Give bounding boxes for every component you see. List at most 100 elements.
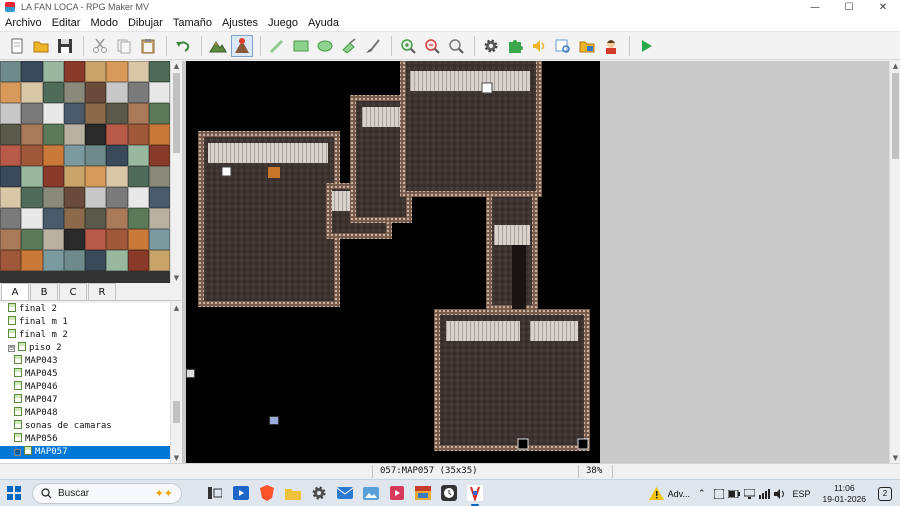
database-button[interactable] [480,35,502,57]
tileset-tile[interactable] [85,229,107,250]
tileset-tile[interactable] [148,166,170,187]
scroll-up-arrow-icon[interactable]: ▲ [890,61,900,71]
clock-app[interactable] [436,480,462,506]
tileset-tile[interactable] [85,187,107,208]
tileset-tile[interactable] [106,82,128,103]
settings-app[interactable] [306,480,332,506]
minimize-button[interactable]: — [798,0,832,14]
tileset-tile[interactable] [106,103,128,124]
map-editor-area[interactable] [182,61,889,463]
tileset-tile[interactable] [106,187,128,208]
tileset-tile[interactable] [21,145,43,166]
tileset-tile[interactable] [106,208,128,229]
tileset-tile[interactable] [127,61,149,82]
plugin-manager-button[interactable] [504,35,526,57]
cut-button[interactable] [89,35,111,57]
map-tree-item[interactable]: final 2 [0,303,170,316]
alert-item[interactable]: Adv... [645,487,694,500]
tileset-tile[interactable] [42,145,64,166]
tileset-tile[interactable] [21,166,43,187]
tileset-tile[interactable] [42,208,64,229]
tileset-tile[interactable] [63,61,85,82]
map-tree-item[interactable]: MAP043 [0,355,170,368]
rectangle-tool-button[interactable] [290,35,312,57]
menu-archivo[interactable]: Archivo [0,17,47,29]
tileset-tile[interactable] [63,166,85,187]
scroll-down-arrow-icon[interactable]: ▼ [171,273,182,283]
sound-test-button[interactable] [528,35,550,57]
zoom-in-button[interactable] [397,35,419,57]
ellipse-tool-button[interactable] [314,35,336,57]
tileset-tile[interactable] [106,250,128,271]
tileset-scrollbar[interactable]: ▲ ▼ [170,61,181,283]
zoom-out-button[interactable] [421,35,443,57]
map-canvas[interactable] [186,61,600,463]
tileset-tile[interactable] [63,124,85,145]
resource-manager-button[interactable] [576,35,598,57]
tileset-tile[interactable] [127,124,149,145]
map-tree-item[interactable]: final m 1 [0,316,170,329]
tileset-tile[interactable] [42,229,64,250]
tileset-tile[interactable] [127,103,149,124]
tileset-tile[interactable] [148,124,170,145]
tileset-tile[interactable] [0,103,22,124]
menu-juego[interactable]: Juego [263,17,303,29]
mail-app[interactable] [332,480,358,506]
tileset-tile[interactable] [85,250,107,271]
tileset-tile[interactable] [63,145,85,166]
map-tree-item[interactable]: ⊟ MAP057 [0,446,170,459]
event-marker[interactable] [221,166,232,177]
pencil-tool-button[interactable] [266,35,288,57]
tileset-tile[interactable] [0,229,22,250]
map-tree-item[interactable]: MAP056 [0,433,170,446]
tileset-tile[interactable] [0,250,22,271]
tileset-tile[interactable] [63,208,85,229]
tileset-tile[interactable] [127,166,149,187]
map-tree-item[interactable]: sonas de camaras [0,420,170,433]
tileset-tile[interactable] [148,145,170,166]
undo-button[interactable] [172,35,194,57]
tileset-tile[interactable] [42,250,64,271]
map-tree-item[interactable]: MAP048 [0,407,170,420]
tab-c[interactable]: C [59,283,87,300]
paste-button[interactable] [137,35,159,57]
menu-ajustes[interactable]: Ajustes [217,17,263,29]
tray-icon-group[interactable] [710,488,789,499]
tileset-tile[interactable] [148,187,170,208]
playtest-button[interactable] [635,35,657,57]
tab-b[interactable]: B [30,283,58,300]
map-mode-button[interactable] [207,35,229,57]
tileset-tile[interactable] [0,61,22,82]
event-mode-button[interactable] [231,34,253,57]
tileset-tile[interactable] [148,208,170,229]
event-marker-outside[interactable] [186,369,195,378]
event-marker-outside[interactable] [269,416,279,425]
tileset-tile[interactable] [85,82,107,103]
tileset-tile[interactable] [85,61,107,82]
tree-expander-icon[interactable]: ⊟ [8,345,15,352]
tileset-tile[interactable] [63,229,85,250]
menu-tamano[interactable]: Tamaño [168,17,217,29]
brave-browser-app[interactable] [254,480,280,506]
tileset-tile[interactable] [21,61,43,82]
tree-expander-icon[interactable]: ⊟ [14,449,21,456]
map-tree-item[interactable]: MAP046 [0,381,170,394]
event-marker[interactable] [517,438,529,450]
scroll-down-arrow-icon[interactable]: ▼ [890,453,900,463]
tileset-tile[interactable] [63,187,85,208]
start-button[interactable] [0,480,28,506]
media-app[interactable] [384,480,410,506]
tileset-tile[interactable] [127,250,149,271]
tileset-tile[interactable] [63,250,85,271]
media-player-app[interactable] [228,480,254,506]
tileset-tile[interactable] [127,82,149,103]
tileset-tile[interactable] [42,103,64,124]
tileset-tile[interactable] [148,229,170,250]
tileset-tile[interactable] [148,250,170,271]
tab-a[interactable]: A [1,283,29,300]
tileset-tile[interactable] [0,208,22,229]
event-marker[interactable] [577,438,589,450]
tileset-tile[interactable] [106,145,128,166]
notifications-button[interactable]: 2 [874,486,900,501]
tileset-tile[interactable] [0,124,22,145]
